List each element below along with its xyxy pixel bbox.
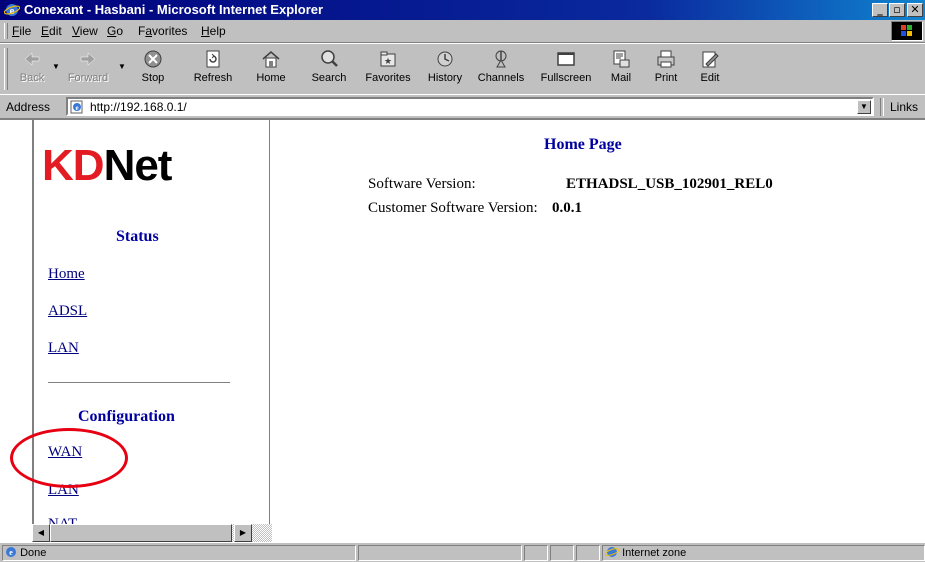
ie-logo-icon: e [4,4,20,17]
maximize-button[interactable]: ▫ [889,3,905,17]
configuration-heading: Configuration [78,408,175,425]
menu-view[interactable]: View [72,24,98,38]
forward-dropdown-icon[interactable]: ▼ [118,62,126,71]
print-button[interactable]: Print [648,48,684,92]
status-progress-panel [358,545,522,561]
standard-toolbar: Back ▼ Forward ▼ Stop Refresh Home Searc… [0,43,925,95]
scroll-right-icon[interactable]: ▶ [234,524,252,542]
content-area: KDNet Status Home ADSL LAN Configuration… [0,118,925,542]
status-bar: e Done Internet zone [0,542,925,562]
annotation-circle [10,428,128,488]
address-input[interactable]: e http://192.168.0.1/ ▼ [66,97,874,116]
status-text-panel: e Done [2,545,356,561]
fullscreen-button[interactable]: Fullscreen [536,48,596,92]
edit-icon [702,51,719,68]
customer-version-value: 0.0.1 [552,200,582,216]
print-icon [657,50,675,68]
address-url: http://192.168.0.1/ [90,100,187,114]
forward-button[interactable]: Forward [62,48,114,92]
back-arrow-icon [24,52,40,66]
page-title: Home Page [544,136,622,153]
links-button[interactable]: Links [890,100,918,114]
svg-text:e: e [75,104,78,112]
nav-link-adsl[interactable]: ADSL [48,303,87,320]
edit-button[interactable]: Edit [692,48,728,92]
browser-window: e Conexant - Hasbani - Microsoft Interne… [0,0,925,562]
channels-button[interactable]: Channels [474,48,528,92]
status-heading: Status [116,228,159,245]
status-panel-a [524,545,548,561]
mail-icon [613,50,630,68]
links-separator [880,98,884,116]
menu-favorites[interactable]: Favorites [138,24,187,38]
home-button[interactable]: Home [250,48,292,92]
forward-arrow-icon [80,52,96,66]
address-label: Address [6,100,51,114]
stop-button[interactable]: Stop [130,48,176,92]
kdnet-logo: KDNet [42,141,172,190]
software-version-label: Software Version: [368,176,476,192]
status-panel-b [550,545,574,561]
favorites-button[interactable]: ★ Favorites [360,48,416,92]
menu-grip[interactable] [4,23,8,39]
back-dropdown-icon[interactable]: ▼ [52,62,60,71]
software-version-value: ETHADSL_USB_102901_REL0 [566,176,773,192]
refresh-icon [206,50,220,68]
horizontal-scroll-thumb[interactable] [50,524,232,542]
channels-icon [495,50,507,68]
main-frame: Home Page Software Version: ETHADSL_USB_… [272,120,925,542]
windows-logo-icon [891,21,923,41]
nav-horizontal-scrollbar[interactable]: ◀ ▶ [32,524,272,542]
stop-icon [144,50,162,68]
status-panel-c [576,545,600,561]
toolbar-grip[interactable] [4,48,8,90]
menu-file[interactable]: File [12,24,31,38]
svg-text:★: ★ [384,56,392,66]
scroll-left-icon[interactable]: ◀ [32,524,50,542]
mail-button[interactable]: Mail [603,48,639,92]
menu-bar: File Edit View Go Favorites Help [0,20,925,43]
fullscreen-icon [557,52,575,66]
page-icon: e [70,100,83,114]
back-button[interactable]: Back [12,48,52,92]
nav-divider [48,382,230,384]
security-zone-panel[interactable]: Internet zone [602,545,925,561]
nav-link-home[interactable]: Home [48,266,85,283]
history-icon [437,51,453,67]
status-text: Done [20,547,47,559]
window-title: Conexant - Hasbani - Microsoft Internet … [24,2,324,17]
minimize-button[interactable]: _ [872,3,888,17]
home-icon [262,51,280,68]
search-icon [321,50,338,67]
refresh-button[interactable]: Refresh [190,48,236,92]
menu-help[interactable]: Help [201,24,226,38]
history-button[interactable]: History [422,48,468,92]
menu-edit[interactable]: Edit [41,24,62,38]
nav-link-lan-status[interactable]: LAN [48,340,79,357]
close-button[interactable]: ✕ [907,3,923,17]
favorites-icon: ★ [380,51,396,67]
svg-text:e: e [9,548,13,557]
zone-text: Internet zone [622,547,687,559]
internet-zone-icon [604,547,620,557]
customer-version-label: Customer Software Version: [368,200,538,216]
address-dropdown-icon[interactable]: ▼ [857,100,871,114]
search-button[interactable]: Search [305,48,353,92]
title-bar[interactable]: e Conexant - Hasbani - Microsoft Interne… [0,0,925,20]
menu-go[interactable]: Go [107,24,123,38]
address-bar: Address e http://192.168.0.1/ ▼ Links [0,94,925,120]
page-done-icon: e [6,547,16,557]
